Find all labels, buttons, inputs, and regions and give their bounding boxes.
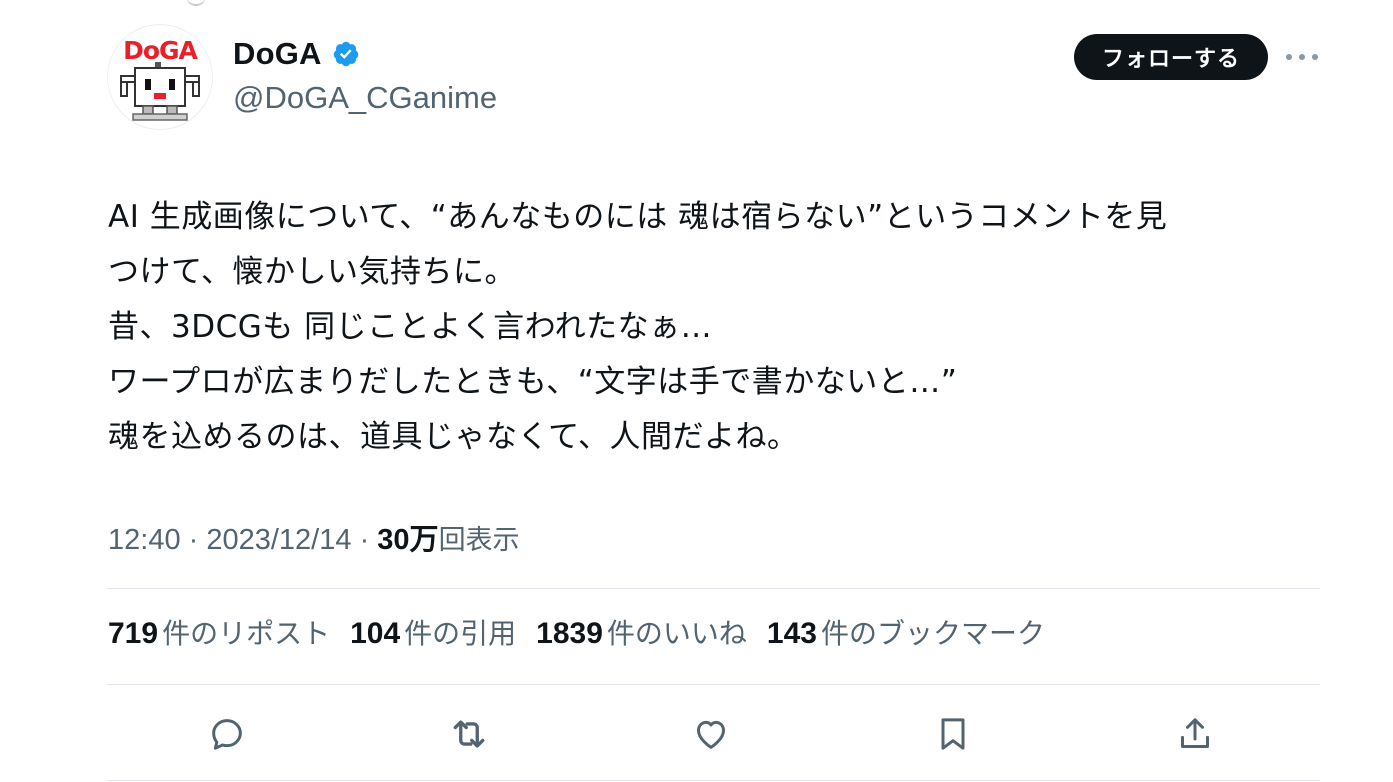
previous-tweet-edge xyxy=(186,0,206,6)
stat-count: 1839 xyxy=(536,617,603,650)
more-dot xyxy=(1286,54,1292,60)
engagement-stats: 719 件のリポスト 104 件の引用 1839 件のいいね 143 件のブック… xyxy=(108,612,1045,652)
views-count[interactable]: 30万 xyxy=(377,524,438,556)
avatar[interactable]: DoGA xyxy=(107,24,213,130)
author-handle[interactable]: @DoGA_CGanime xyxy=(233,80,497,116)
stat-label: 件のブックマーク xyxy=(820,617,1045,650)
tweet-text-line: 昔、3DCGも 同じことよく言われたなぁ… xyxy=(108,309,713,345)
more-dot xyxy=(1312,54,1318,60)
views-label[interactable]: 回表示 xyxy=(439,525,520,556)
tweet-text-line: 魂を込めるのは、道具じゃなくて、人間だよね。 xyxy=(108,419,799,455)
stat-label: 件の引用 xyxy=(404,617,517,650)
share-icon[interactable] xyxy=(1173,712,1217,756)
stat-likes[interactable]: 1839 件のいいね xyxy=(536,612,747,652)
follow-button[interactable]: フォローする xyxy=(1074,34,1268,80)
bookmark-icon[interactable] xyxy=(931,712,975,756)
stat-count: 143 xyxy=(766,617,817,650)
meta-separator: · xyxy=(351,524,378,556)
more-dot xyxy=(1299,54,1305,60)
stat-bookmarks[interactable]: 143 件のブックマーク xyxy=(767,612,1045,652)
stat-count: 104 xyxy=(350,617,401,650)
divider xyxy=(107,780,1320,781)
tweet-date[interactable]: 2023/12/14 xyxy=(206,524,351,556)
divider xyxy=(107,588,1320,589)
stat-count: 719 xyxy=(108,617,159,650)
stat-quotes[interactable]: 104 件の引用 xyxy=(350,612,516,652)
reply-icon[interactable] xyxy=(205,712,249,756)
tweet-meta: 12:40 · 2023/12/14 · 30万回表示 xyxy=(108,516,520,558)
svg-text:DoGA: DoGA xyxy=(123,36,198,65)
action-bar xyxy=(107,712,1320,756)
author-name-row[interactable]: DoGA xyxy=(233,36,360,72)
tweet-text: AI 生成画像について、“あんなものには 魂は宿らない”というコメントを見 つけ… xyxy=(108,190,1328,465)
repost-icon[interactable] xyxy=(447,712,491,756)
stat-label: 件のいいね xyxy=(606,617,747,650)
meta-separator: · xyxy=(180,524,207,556)
divider xyxy=(107,684,1320,685)
more-options-icon[interactable] xyxy=(1286,46,1318,68)
tweet-text-line: つけて、懐かしい気持ちに。 xyxy=(108,254,516,290)
doga-logo: DoGA xyxy=(120,36,200,121)
stat-label: 件のリポスト xyxy=(162,617,331,650)
verified-badge-icon xyxy=(332,40,360,68)
like-icon[interactable] xyxy=(689,712,733,756)
tweet-time[interactable]: 12:40 xyxy=(108,524,181,556)
stat-reposts[interactable]: 719 件のリポスト xyxy=(108,612,330,652)
tweet-text-line: ワープロが広まりだしたときも、“文字は手で書かないと…” xyxy=(108,364,958,400)
tweet-text-line: AI 生成画像について、“あんなものには 魂は宿らない”というコメントを見 xyxy=(108,199,1168,235)
display-name[interactable]: DoGA xyxy=(233,36,322,72)
